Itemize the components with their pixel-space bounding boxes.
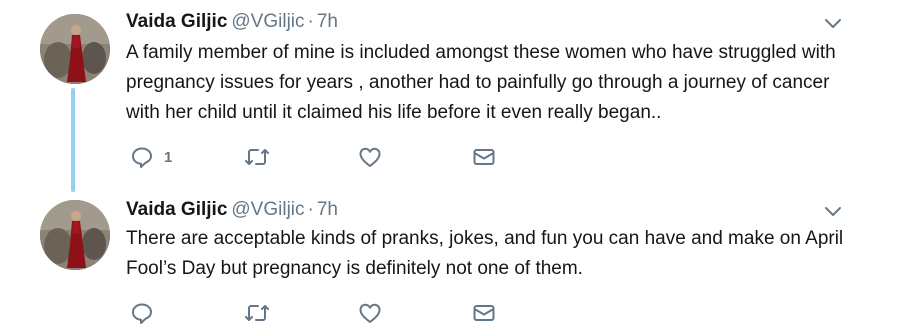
handle[interactable]: @VGiljic [231, 11, 304, 32]
retweet-button[interactable] [244, 300, 270, 326]
display-name[interactable]: Vaida Giljic [126, 199, 227, 220]
tweet[interactable]: Vaida Giljic @VGiljic · 7h A family member … [0, 0, 900, 190]
retweet-icon [244, 301, 270, 325]
reply-button[interactable]: 1 [130, 144, 172, 170]
avatar[interactable] [40, 14, 110, 84]
tweet[interactable]: Vaida Giljic @VGiljic · 7h There are accept… [0, 190, 900, 336]
tweet-header: Vaida Giljic @VGiljic · 7h [126, 10, 338, 34]
avatar[interactable] [40, 200, 110, 270]
direct-message-button[interactable] [472, 300, 496, 326]
reply-icon [130, 145, 154, 169]
tweet-header: Vaida Giljic @VGiljic · 7h [126, 198, 338, 222]
chevron-down-icon[interactable] [822, 200, 844, 222]
direct-message-icon [472, 145, 496, 169]
timestamp[interactable]: 7h [317, 11, 338, 32]
tweet-actions [126, 300, 546, 326]
direct-message-button[interactable] [472, 144, 496, 170]
reply-icon [130, 301, 154, 325]
tweet-text: There are acceptable kinds of pranks, jo… [126, 228, 844, 279]
separator-dot: · [307, 11, 314, 32]
handle[interactable]: @VGiljic [231, 199, 304, 220]
tweet-actions: 1 [126, 144, 546, 170]
display-name[interactable]: Vaida Giljic [126, 11, 227, 32]
separator-dot: · [307, 199, 314, 220]
like-icon [358, 301, 382, 325]
direct-message-icon [472, 301, 496, 325]
reply-button[interactable] [130, 300, 164, 326]
retweet-button[interactable] [244, 144, 270, 170]
timestamp[interactable]: 7h [317, 199, 338, 220]
tweet-text: A family member of mine is included amon… [126, 42, 836, 123]
like-icon [358, 145, 382, 169]
chevron-down-icon[interactable] [822, 12, 844, 34]
reply-count: 1 [164, 148, 173, 166]
like-button[interactable] [358, 144, 382, 170]
retweet-icon [244, 145, 270, 169]
like-button[interactable] [358, 300, 382, 326]
